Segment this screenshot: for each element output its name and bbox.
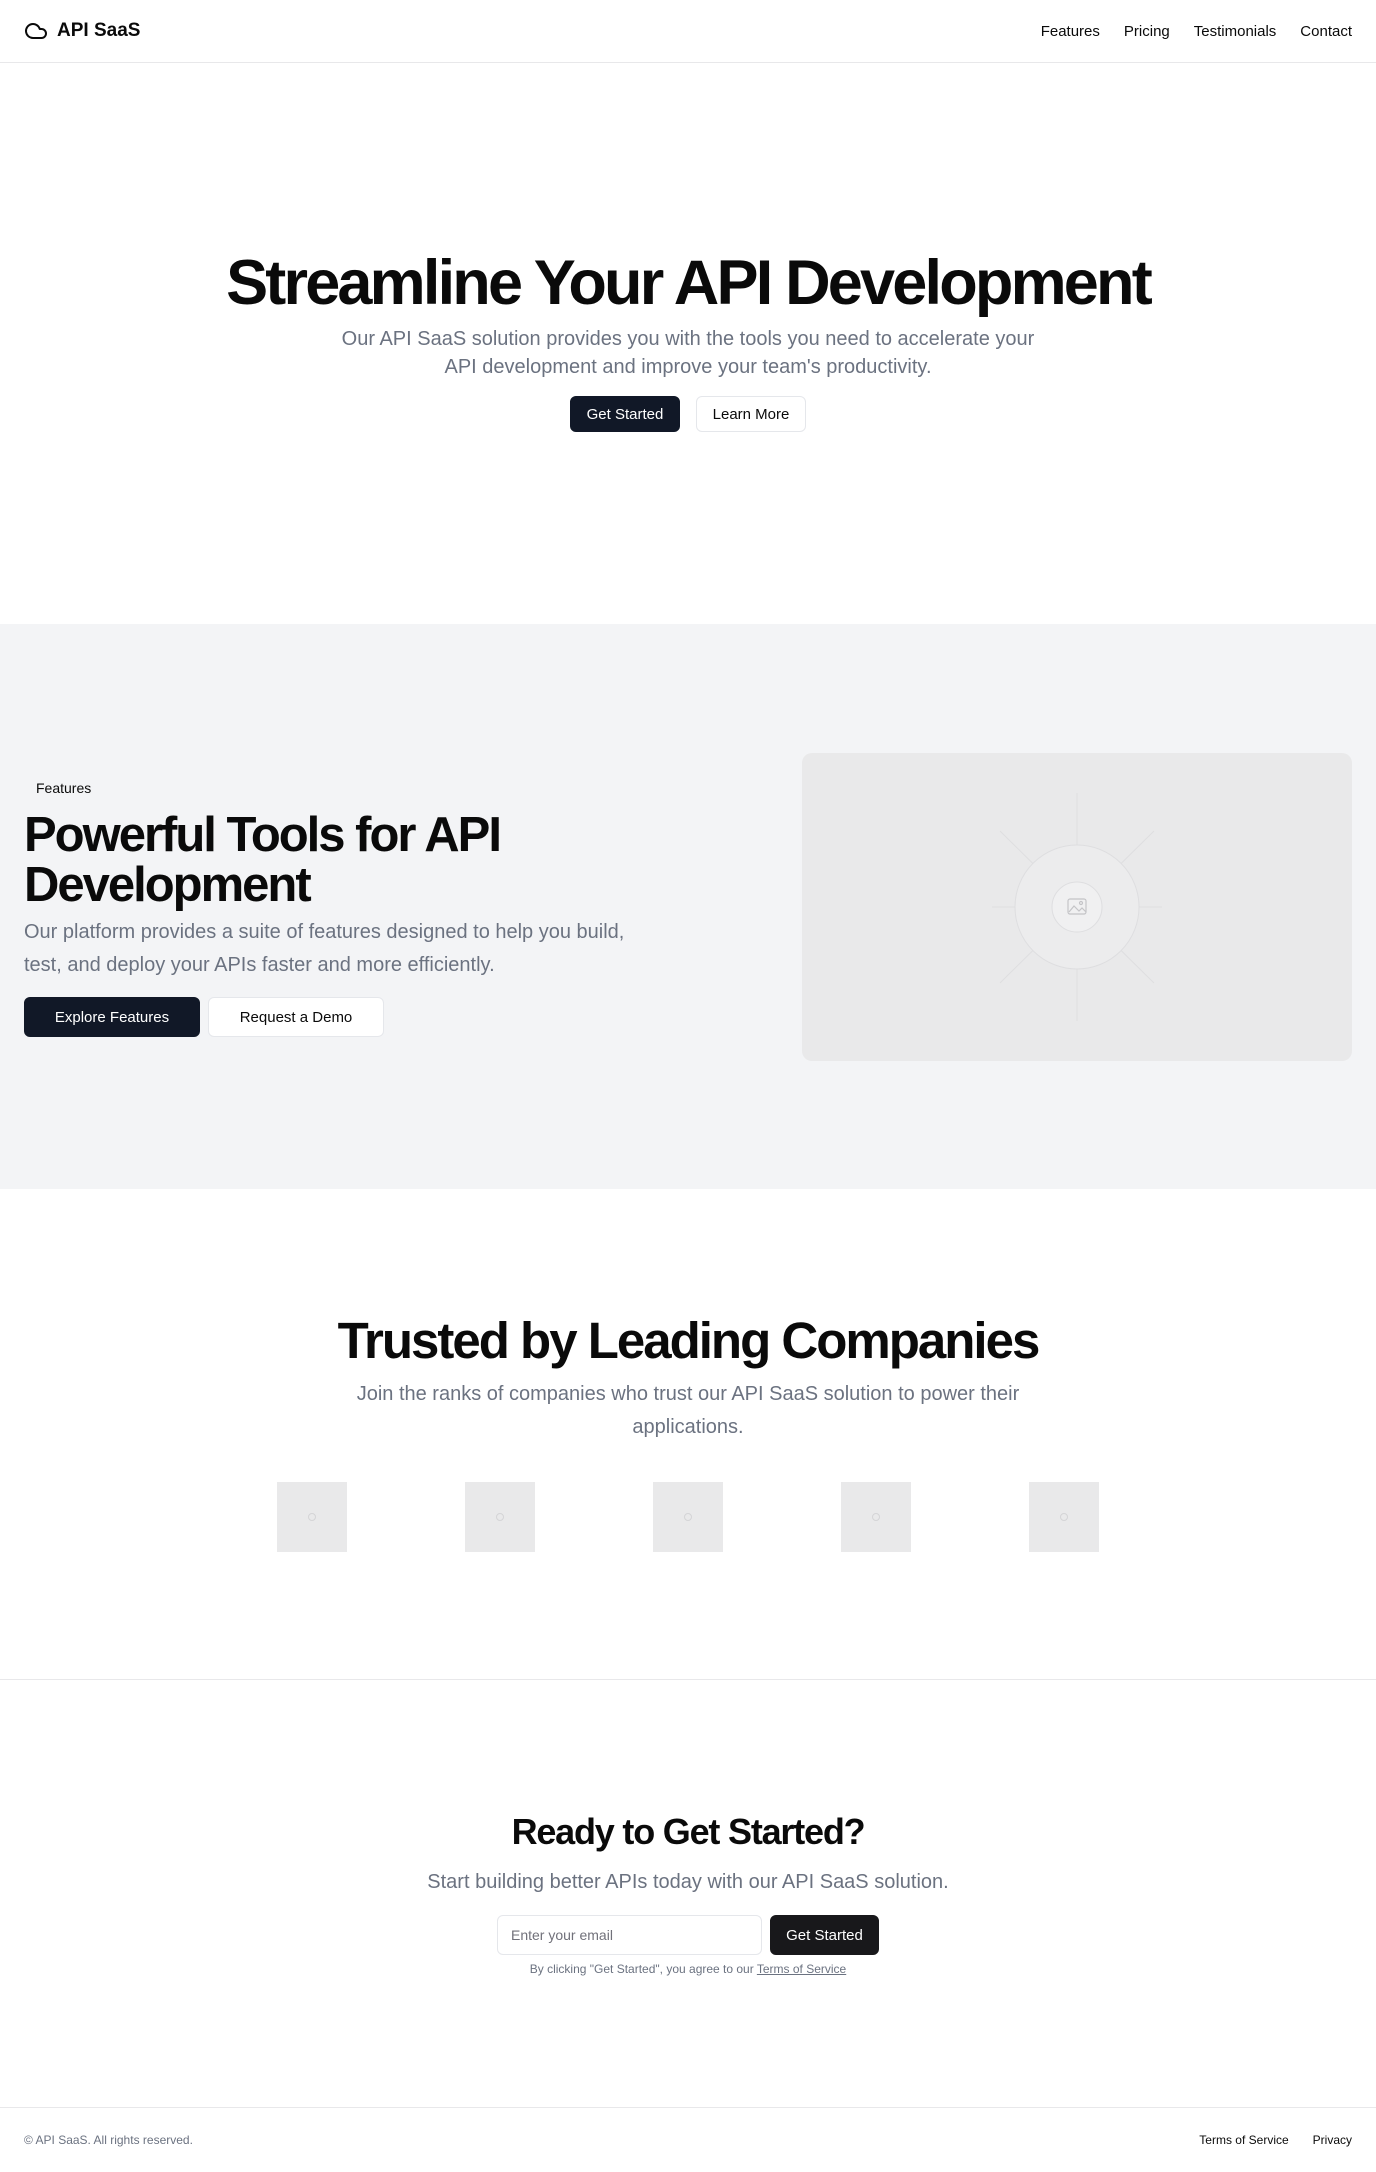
cta-description: Start building better APIs today with ou…: [427, 1871, 949, 1893]
features-actions: Explore Features Request a Demo: [24, 997, 384, 1037]
footer-link-privacy[interactable]: Privacy: [1313, 2133, 1352, 2147]
image-placeholder-icon: [992, 793, 1162, 1021]
company-logos: [0, 1482, 1376, 1552]
footer-nav: Terms of Service Privacy: [1199, 2133, 1352, 2147]
logo-placeholder-icon: [1060, 1513, 1068, 1521]
cta-title: Ready to Get Started?: [511, 1811, 866, 1852]
company-logo: [277, 1482, 347, 1552]
trusted-description: Join the ranks of companies who trust ou…: [356, 1383, 1020, 1438]
trusted-section: Trusted by Leading Companies Join the ra…: [0, 1189, 1376, 1680]
feature-image-placeholder: [802, 753, 1352, 1061]
brand-link[interactable]: API SaaS: [24, 19, 140, 43]
nav-link-features[interactable]: Features: [1041, 23, 1100, 40]
brand-name: API SaaS: [57, 20, 141, 41]
company-logo: [1029, 1482, 1099, 1552]
logo-placeholder-icon: [872, 1513, 880, 1521]
site-header: API SaaS Features Pricing Testimonials C…: [0, 0, 1376, 63]
features-section: Features Powerful Tools for API Developm…: [0, 624, 1376, 1189]
cloud-icon: [25, 23, 47, 39]
learn-more-button[interactable]: Learn More: [696, 396, 806, 432]
nav-link-pricing[interactable]: Pricing: [1124, 23, 1170, 40]
logo-placeholder-icon: [684, 1513, 692, 1521]
cta-section: Ready to Get Started? Start building bet…: [0, 1680, 1376, 2107]
hero-title: Streamline Your API Development: [226, 248, 1153, 318]
company-logo: [841, 1482, 911, 1552]
terms-note: By clicking "Get Started", you agree to …: [0, 1962, 1376, 1976]
site-footer: © API SaaS. All rights reserved. Terms o…: [0, 2107, 1376, 2172]
hero-actions: Get Started Learn More: [0, 396, 1376, 432]
trusted-title: Trusted by Leading Companies: [337, 1312, 1041, 1369]
email-input[interactable]: [497, 1915, 762, 1955]
explore-features-button[interactable]: Explore Features: [24, 997, 200, 1037]
cta-get-started-button[interactable]: Get Started: [770, 1915, 879, 1955]
signup-form: Get Started: [0, 1915, 1376, 1955]
hero-description: Our API SaaS solution provides you with …: [341, 328, 1035, 378]
features-title: Powerful Tools for API Development: [24, 808, 502, 912]
logo-placeholder-icon: [308, 1513, 316, 1521]
terms-link[interactable]: Terms of Service: [757, 1962, 846, 1976]
terms-note-text: By clicking "Get Started", you agree to …: [529, 1962, 757, 1976]
nav-link-contact[interactable]: Contact: [1300, 23, 1352, 40]
copyright: © API SaaS. All rights reserved.: [24, 2133, 193, 2147]
main-nav: Features Pricing Testimonials Contact: [1041, 23, 1352, 40]
company-logo: [465, 1482, 535, 1552]
get-started-button[interactable]: Get Started: [570, 396, 680, 432]
request-demo-button[interactable]: Request a Demo: [208, 997, 384, 1037]
features-description: Our platform provides a suite of feature…: [24, 921, 625, 976]
nav-link-testimonials[interactable]: Testimonials: [1194, 23, 1277, 40]
company-logo: [653, 1482, 723, 1552]
footer-link-terms[interactable]: Terms of Service: [1199, 2133, 1288, 2147]
hero-section: Streamline Your API Development Our API …: [0, 63, 1376, 624]
features-tag: Features: [36, 780, 92, 796]
logo-placeholder-icon: [496, 1513, 504, 1521]
